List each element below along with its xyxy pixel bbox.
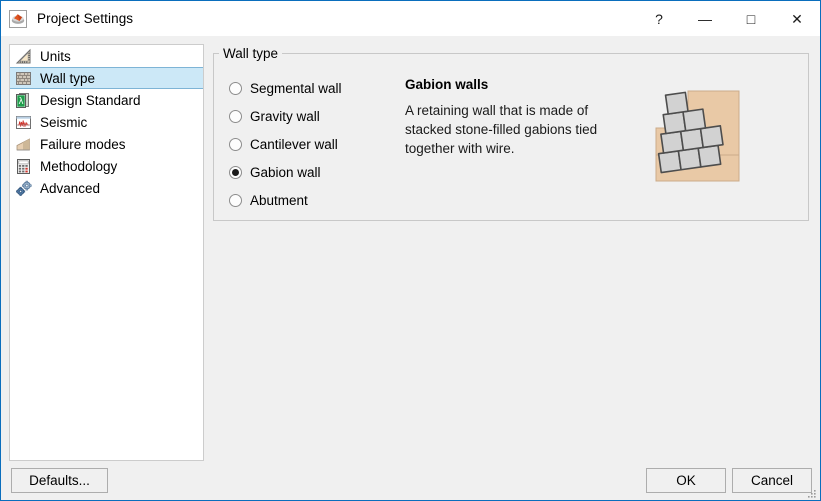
sidebar-item-units[interactable]: Units xyxy=(10,45,203,67)
radio-label: Gabion wall xyxy=(250,164,321,180)
ruler-triangle-icon xyxy=(15,48,32,65)
gabion-wall-diagram xyxy=(642,87,742,185)
calculator-icon xyxy=(15,158,32,175)
ok-button[interactable]: OK xyxy=(646,468,726,493)
defaults-button[interactable]: Defaults... xyxy=(11,468,108,493)
cancel-button[interactable]: Cancel xyxy=(732,468,812,493)
sidebar-item-advanced[interactable]: Advanced xyxy=(10,177,203,199)
settings-category-list[interactable]: Units Wall type λ Design Standard Seismi… xyxy=(9,44,204,461)
resize-grip[interactable] xyxy=(805,486,817,498)
maximize-icon: □ xyxy=(746,10,756,27)
radio-segmental-wall[interactable]: Segmental wall xyxy=(229,74,389,102)
radio-label: Gravity wall xyxy=(250,108,320,124)
project-settings-dialog: Project Settings ? — □ ✕ Units Wall type… xyxy=(0,0,821,501)
radio-indicator xyxy=(229,165,242,179)
title-bar: Project Settings ? — □ ✕ xyxy=(1,1,820,36)
radio-indicator xyxy=(229,137,242,151)
radio-abutment[interactable]: Abutment xyxy=(229,186,389,214)
help-icon: ? xyxy=(655,10,663,27)
radio-label: Cantilever wall xyxy=(250,136,338,152)
description-body: A retaining wall that is made of stacked… xyxy=(405,103,598,156)
sidebar-item-methodology[interactable]: Methodology xyxy=(10,155,203,177)
minimize-button[interactable]: — xyxy=(682,1,728,36)
sidebar-item-label: Wall type xyxy=(40,70,96,86)
sidebar-item-label: Seismic xyxy=(40,114,88,130)
application-icon xyxy=(9,9,27,28)
radio-gravity-wall[interactable]: Gravity wall xyxy=(229,102,389,130)
radio-indicator xyxy=(229,109,242,123)
maximize-button[interactable]: □ xyxy=(728,1,774,36)
close-icon: ✕ xyxy=(791,10,803,27)
sidebar-item-seismic[interactable]: Seismic xyxy=(10,111,203,133)
seismic-waveform-icon xyxy=(15,114,32,131)
description-heading: Gabion walls xyxy=(405,77,489,92)
document-standard-icon: λ xyxy=(15,92,32,109)
close-button[interactable]: ✕ xyxy=(774,1,820,36)
slope-wedge-icon xyxy=(15,136,32,153)
gears-icon xyxy=(15,180,32,197)
svg-text:λ: λ xyxy=(18,97,23,107)
radio-indicator xyxy=(229,81,242,95)
radio-indicator xyxy=(229,193,242,207)
sidebar-item-label: Design Standard xyxy=(40,92,141,108)
radio-gabion-wall[interactable]: Gabion wall xyxy=(229,158,389,186)
radio-label: Abutment xyxy=(250,192,308,208)
wall-type-group-label: Wall type xyxy=(219,46,283,61)
sidebar-item-label: Units xyxy=(40,48,71,64)
brick-wall-icon xyxy=(15,70,32,87)
sidebar-item-failure-modes[interactable]: Failure modes xyxy=(10,133,203,155)
window-title: Project Settings xyxy=(37,11,134,26)
sidebar-item-design-standard[interactable]: λ Design Standard xyxy=(10,89,203,111)
radio-cantilever-wall[interactable]: Cantilever wall xyxy=(229,130,389,158)
sidebar-item-wall-type[interactable]: Wall type xyxy=(10,67,203,89)
wall-type-radio-group[interactable]: Segmental wall Gravity wall Cantilever w… xyxy=(229,74,389,214)
sidebar-item-label: Advanced xyxy=(40,180,101,196)
sidebar-item-label: Methodology xyxy=(40,158,118,174)
radio-label: Segmental wall xyxy=(250,80,342,96)
help-button[interactable]: ? xyxy=(636,1,682,36)
sidebar-item-label: Failure modes xyxy=(40,136,126,152)
minimize-icon: — xyxy=(698,10,712,27)
